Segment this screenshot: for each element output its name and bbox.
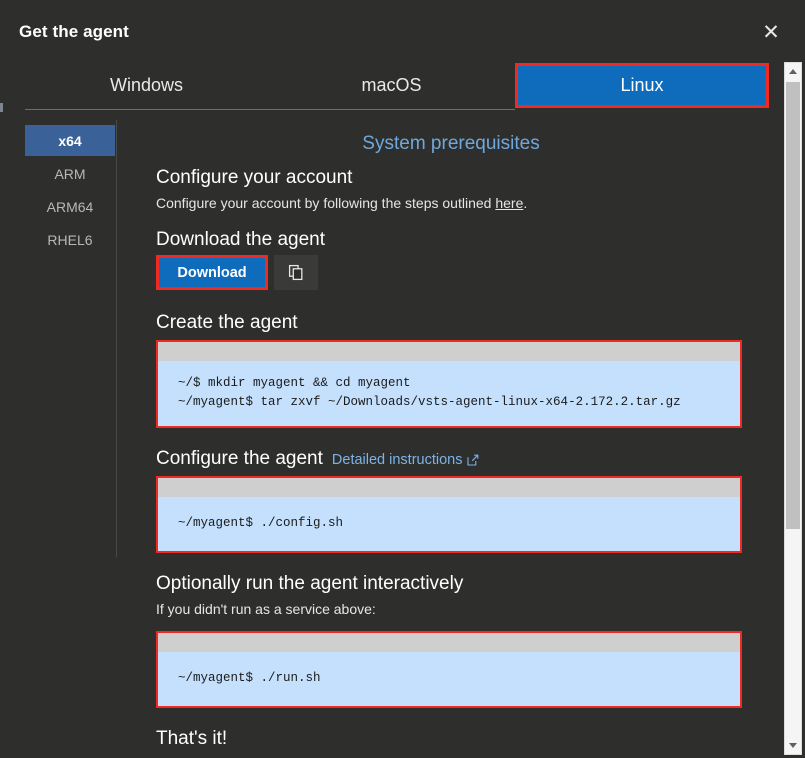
download-row: Download	[156, 255, 772, 290]
agent-instructions-content: System prerequisites Configure your acco…	[130, 125, 772, 756]
download-agent-heading: Download the agent	[156, 229, 772, 251]
scroll-up-arrow-icon[interactable]	[785, 63, 801, 80]
detailed-instructions-label: Detailed instructions	[332, 452, 463, 468]
architecture-sidenav: x64 ARM ARM64 RHEL6	[25, 125, 115, 257]
scrollbar-thumb[interactable]	[786, 82, 800, 529]
download-button[interactable]: Download	[156, 255, 268, 290]
sidenav-divider	[116, 120, 117, 557]
configure-agent-heading-row: Configure the agent Detailed instruction…	[156, 448, 772, 470]
dialog-title: Get the agent	[19, 22, 129, 42]
run-interactively-code: ~/myagent$ ./run.sh	[158, 652, 740, 706]
sidenav-item-arm64[interactable]: ARM64	[25, 191, 115, 222]
get-the-agent-dialog: Get the agent ✕ Windows macOS Linux x64 …	[0, 0, 805, 758]
run-interactively-note: If you didn't run as a service above:	[156, 601, 772, 617]
platform-tabs: Windows macOS Linux	[0, 62, 772, 111]
create-agent-codeblock[interactable]: ~/$ mkdir myagent && cd myagent ~/myagen…	[156, 340, 742, 428]
run-interactively-heading: Optionally run the agent interactively	[156, 573, 772, 595]
thats-it-heading: That's it!	[156, 728, 772, 750]
configure-agent-heading: Configure the agent	[156, 448, 323, 470]
create-agent-code: ~/$ mkdir myagent && cd myagent ~/myagen…	[158, 361, 740, 426]
system-prerequisites-link[interactable]: System prerequisites	[130, 133, 772, 155]
codeblock-header-strip	[158, 342, 740, 361]
sidenav-item-rhel6[interactable]: RHEL6	[25, 224, 115, 255]
sidenav-item-x64[interactable]: x64	[25, 125, 115, 156]
close-icon[interactable]: ✕	[754, 16, 788, 48]
account-steps-link[interactable]: here	[495, 195, 523, 211]
configure-agent-codeblock[interactable]: ~/myagent$ ./config.sh	[156, 476, 742, 553]
sidenav-item-arm[interactable]: ARM	[25, 158, 115, 189]
vertical-scrollbar[interactable]	[784, 62, 802, 755]
external-link-icon	[467, 454, 479, 466]
tab-underline-divider	[25, 109, 515, 110]
run-interactively-codeblock[interactable]: ~/myagent$ ./run.sh	[156, 631, 742, 708]
codeblock-header-strip	[158, 633, 740, 652]
copy-icon[interactable]	[274, 255, 318, 290]
detailed-instructions-link[interactable]: Detailed instructions	[332, 452, 480, 468]
configure-account-text: Configure your account by following the …	[156, 195, 772, 211]
tab-linux[interactable]: Linux	[515, 63, 769, 108]
configure-account-text-after: .	[523, 195, 527, 211]
scroll-down-arrow-icon[interactable]	[785, 737, 801, 754]
configure-account-heading: Configure your account	[156, 167, 772, 189]
configure-account-text-before: Configure your account by following the …	[156, 195, 495, 211]
tab-macos[interactable]: macOS	[268, 62, 515, 109]
configure-agent-code: ~/myagent$ ./config.sh	[158, 497, 740, 551]
codeblock-header-strip	[158, 478, 740, 497]
dialog-titlebar: Get the agent ✕	[0, 0, 805, 62]
create-agent-heading: Create the agent	[156, 312, 772, 334]
tab-windows[interactable]: Windows	[25, 62, 268, 109]
